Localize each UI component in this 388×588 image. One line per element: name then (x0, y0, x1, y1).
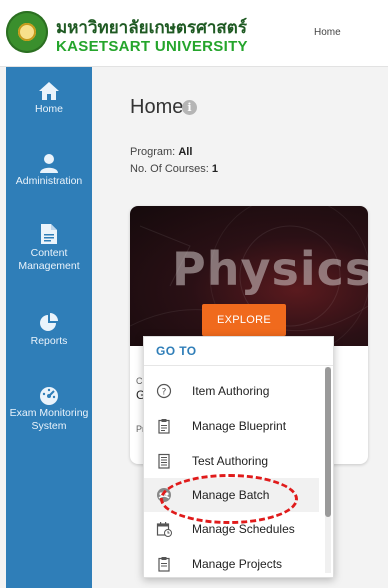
goto-dropdown-menu: GO TO ? Item Authoring Manage Blueprint … (143, 336, 334, 578)
sidebar-item-label: Reports (30, 335, 68, 347)
menu-item-label: Manage Blueprint (192, 419, 287, 433)
program-label: Program: (130, 146, 176, 158)
sidebar-item-administration[interactable]: Administration (6, 153, 92, 188)
question-circle-icon: ? (156, 383, 172, 399)
banner-title: Physics (172, 242, 368, 296)
menu-item-label: Test Authoring (192, 454, 269, 468)
sidebar-item-label: Home (34, 103, 63, 115)
menu-item-manage-schedules[interactable]: Manage Schedules (144, 512, 319, 546)
sidebar-item-content-management[interactable]: Content Management (6, 223, 92, 273)
university-name-english: KASETSART UNIVERSITY (56, 38, 248, 55)
sidebar-item-reports[interactable]: Reports (6, 313, 92, 348)
course-banner-image: Physics EXPLORE (130, 206, 368, 346)
program-line: Program: All (130, 146, 192, 158)
calendar-icon (156, 522, 172, 537)
courses-line: No. Of Courses: 1 (130, 163, 218, 175)
page-title: Home (130, 96, 184, 118)
sidebar-item-label: Administration (15, 175, 83, 187)
program-value: All (178, 146, 193, 158)
courses-value: 1 (211, 163, 219, 175)
document-list-icon (158, 453, 170, 469)
user-icon (40, 154, 58, 173)
courses-label: No. Of Courses: (130, 163, 209, 175)
university-logo[interactable] (6, 11, 48, 53)
sidebar: Home Administration Content Management R… (6, 67, 92, 588)
house-icon (39, 82, 59, 100)
sidebar-item-label: Content Management (18, 247, 80, 272)
svg-text:?: ? (162, 388, 167, 398)
dashboard-icon (40, 387, 58, 405)
goto-menu-title: GO TO (156, 344, 197, 358)
sidebar-item-label: Exam Monitoring System (9, 407, 89, 432)
menu-item-label: Manage Schedules (192, 522, 295, 536)
menu-item-label: Manage Projects (192, 557, 283, 571)
menu-item-manage-blueprint[interactable]: Manage Blueprint (144, 409, 319, 443)
clipboard-list-icon (158, 557, 170, 572)
goto-menu-header: GO TO (144, 337, 333, 366)
card-peek-text-1: C (136, 376, 143, 386)
menu-item-item-authoring[interactable]: ? Item Authoring (144, 374, 319, 408)
top-header: มหาวิทยาลัยเกษตรศาสตร์ KASETSART UNIVERS… (0, 0, 388, 67)
info-icon[interactable]: i (182, 100, 197, 115)
menu-item-manage-batch[interactable]: Manage Batch (144, 478, 319, 512)
menu-item-label: Manage Batch (192, 488, 270, 502)
sidebar-item-home[interactable]: Home (6, 81, 92, 116)
menu-scrollbar-thumb[interactable] (325, 367, 331, 517)
menu-item-label: Item Authoring (192, 384, 270, 398)
pie-chart-icon (40, 313, 58, 331)
file-icon (41, 224, 57, 244)
group-icon (157, 488, 171, 502)
explore-button[interactable]: EXPLORE (202, 304, 286, 336)
university-name-thai: มหาวิทยาลัยเกษตรศาสตร์ (56, 18, 247, 38)
top-nav-home-link[interactable]: Home (314, 27, 341, 38)
clipboard-icon (158, 419, 170, 434)
menu-item-test-authoring[interactable]: Test Authoring (144, 444, 319, 478)
menu-item-manage-projects[interactable]: Manage Projects (144, 547, 319, 577)
sidebar-item-exam-monitoring[interactable]: Exam Monitoring System (6, 385, 92, 433)
